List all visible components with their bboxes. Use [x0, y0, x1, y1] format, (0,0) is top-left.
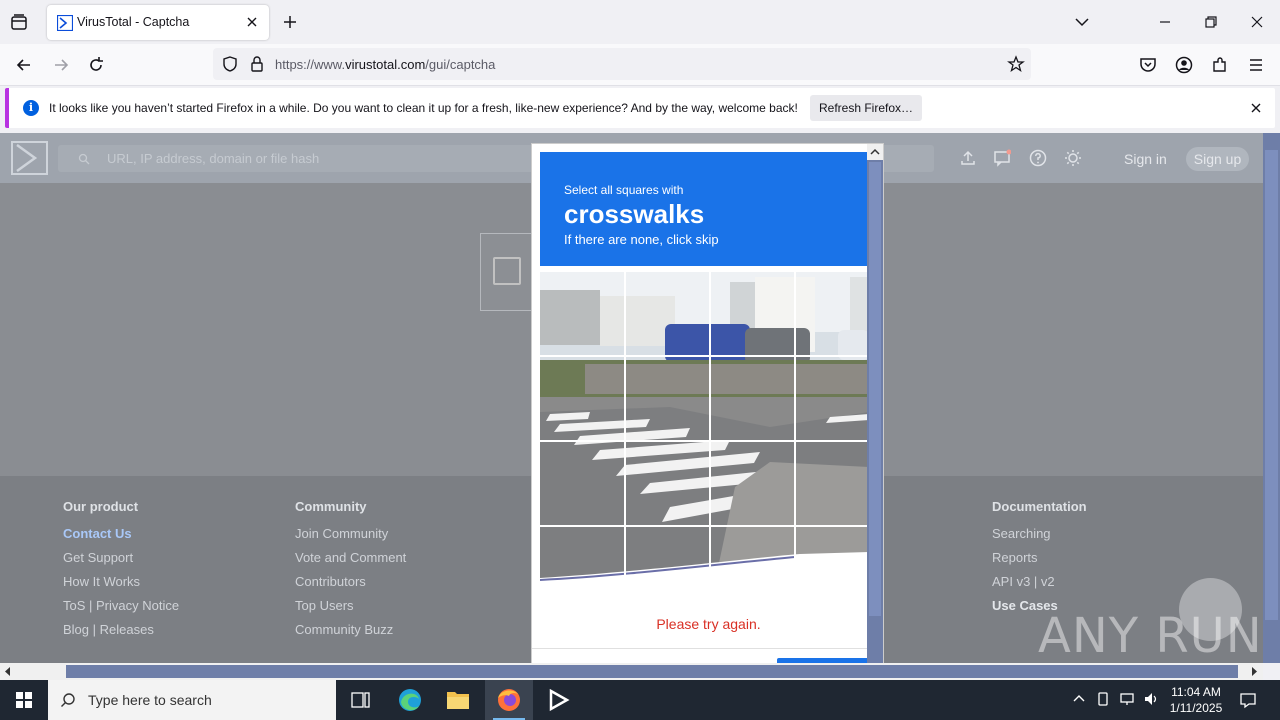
edge-icon[interactable]	[386, 680, 434, 720]
anyrun-app-icon[interactable]	[534, 680, 582, 720]
footer-col-documentation: Documentation Searching Reports API v3 |…	[992, 499, 1087, 622]
horizontal-scroll-thumb[interactable]	[66, 665, 1238, 678]
anyrun-watermark: ANY RUN	[1038, 608, 1263, 663]
recaptcha-checkbox[interactable]	[493, 257, 521, 285]
taskbar-search-placeholder: Type here to search	[88, 692, 212, 708]
captcha-image-grid	[540, 272, 869, 582]
tab-list-icon[interactable]	[9, 12, 29, 32]
scroll-left-arrow-icon[interactable]	[3, 667, 12, 676]
info-icon: i	[23, 100, 39, 116]
close-tab-icon[interactable]	[245, 15, 259, 29]
url-text[interactable]: https://www.virustotal.com/gui/captcha	[275, 57, 495, 72]
footer-link-get-support[interactable]: Get Support	[63, 550, 179, 574]
action-center-icon[interactable]	[1239, 691, 1257, 709]
tab-title: VirusTotal - Captcha	[77, 15, 190, 29]
volume-icon[interactable]	[1143, 691, 1159, 707]
network-icon[interactable]	[1119, 691, 1135, 707]
close-icon[interactable]	[1249, 101, 1263, 115]
captcha-instruction: Select all squares with	[564, 183, 684, 197]
crosswalk-photo	[540, 272, 869, 582]
minimize-icon[interactable]	[1155, 12, 1175, 32]
back-icon[interactable]	[14, 55, 34, 75]
windows-start-icon[interactable]	[0, 680, 48, 720]
url-path: /gui/captcha	[425, 57, 496, 72]
captcha-skip-hint: If there are none, click skip	[564, 232, 719, 247]
vertical-scrollbar[interactable]	[1263, 133, 1280, 663]
search-placeholder: URL, IP address, domain or file hash	[107, 151, 320, 166]
pocket-icon[interactable]	[1138, 55, 1158, 75]
footer-col-product: Our product Contact Us Get Support How I…	[63, 499, 179, 646]
footer-link-top-users[interactable]: Top Users	[295, 598, 406, 622]
scroll-right-arrow-icon[interactable]	[1250, 667, 1259, 676]
captcha-footer-divider	[532, 648, 869, 649]
shield-icon[interactable]	[221, 55, 239, 73]
footer-link-reports[interactable]: Reports	[992, 550, 1087, 574]
sign-in-link[interactable]: Sign in	[1124, 151, 1167, 167]
captcha-challenge: Select all squares with crosswalks If th…	[531, 143, 884, 664]
url-prefix: https://www.	[275, 57, 346, 72]
clock-date: 1/11/2025	[1169, 701, 1223, 715]
tab-strip: VirusTotal - Captcha	[0, 0, 1280, 44]
captcha-header: Select all squares with crosswalks If th…	[540, 152, 869, 266]
device-icon[interactable]	[1095, 691, 1111, 707]
lock-icon[interactable]	[249, 55, 265, 73]
captcha-scroll-thumb[interactable]	[869, 162, 881, 616]
taskbar-clock[interactable]: 11:04 AM 1/11/2025	[1166, 684, 1226, 716]
sign-up-button[interactable]: Sign up	[1186, 147, 1249, 171]
search-icon	[78, 153, 90, 165]
captcha-error-message: Please try again.	[656, 616, 761, 632]
firefox-refresh-notification: i It looks like you haven’t started Fire…	[5, 88, 1275, 128]
footer-heading: Community	[295, 499, 367, 514]
help-icon[interactable]	[1029, 149, 1047, 167]
forward-icon[interactable]	[51, 55, 71, 75]
horizontal-scrollbar[interactable]	[0, 663, 1263, 680]
footer-link-blog[interactable]: Blog | Releases	[63, 622, 179, 646]
footer-link-api[interactable]: API v3 | v2	[992, 574, 1087, 598]
footer-link-community-buzz[interactable]: Community Buzz	[295, 622, 406, 646]
virustotal-logo-icon[interactable]	[11, 141, 48, 175]
navigation-bar: https://www.virustotal.com/gui/captcha	[0, 44, 1280, 86]
address-bar[interactable]: https://www.virustotal.com/gui/captcha	[213, 48, 1031, 80]
footer-link-contact-us[interactable]: Contact Us	[63, 526, 179, 550]
account-icon[interactable]	[1174, 55, 1194, 75]
footer-link-tos[interactable]: ToS | Privacy Notice	[63, 598, 179, 622]
search-icon	[61, 693, 75, 707]
list-all-tabs-icon[interactable]	[1072, 12, 1092, 32]
clock-time: 11:04 AM	[1171, 685, 1221, 699]
menu-icon[interactable]	[1246, 55, 1266, 75]
url-host: virustotal.com	[345, 57, 426, 72]
footer-link-contributors[interactable]: Contributors	[295, 574, 406, 598]
footer-heading: Documentation	[992, 499, 1087, 514]
footer-heading: Our product	[63, 499, 139, 514]
upload-icon[interactable]	[959, 149, 977, 167]
tab-virustotal[interactable]: VirusTotal - Captcha	[47, 5, 269, 40]
file-explorer-icon[interactable]	[434, 680, 482, 720]
scroll-up-arrow-icon[interactable]	[867, 144, 883, 160]
task-view-icon[interactable]	[336, 680, 384, 720]
footer-link-how-it-works[interactable]: How It Works	[63, 574, 179, 598]
footer-link-vote[interactable]: Vote and Comment	[295, 550, 406, 574]
windows-taskbar: Type here to search 11:04 AM 1/11/2025	[0, 680, 1280, 720]
refresh-firefox-button[interactable]: Refresh Firefox…	[810, 95, 922, 121]
virustotal-favicon	[57, 15, 73, 31]
footer-col-community: Community Join Community Vote and Commen…	[295, 499, 406, 646]
vertical-scroll-thumb[interactable]	[1265, 150, 1278, 620]
reload-icon[interactable]	[86, 55, 106, 75]
bookmark-star-icon[interactable]	[1007, 55, 1025, 73]
extensions-icon[interactable]	[1210, 55, 1230, 75]
show-hidden-icons-icon[interactable]	[1071, 691, 1087, 707]
firefox-taskbar-icon[interactable]	[485, 680, 533, 720]
notification-text: It looks like you haven’t started Firefo…	[49, 101, 798, 115]
restore-icon[interactable]	[1201, 12, 1221, 32]
theme-sun-icon[interactable]	[1064, 149, 1082, 167]
new-tab-icon[interactable]	[281, 13, 299, 31]
taskbar-search-box[interactable]: Type here to search	[48, 680, 336, 720]
captcha-scrollbar[interactable]	[867, 144, 883, 663]
footer-link-join-community[interactable]: Join Community	[295, 526, 406, 550]
close-window-icon[interactable]	[1247, 12, 1267, 32]
captcha-target-word: crosswalks	[564, 199, 705, 229]
footer-link-searching[interactable]: Searching	[992, 526, 1087, 550]
notifications-icon[interactable]	[993, 149, 1011, 167]
